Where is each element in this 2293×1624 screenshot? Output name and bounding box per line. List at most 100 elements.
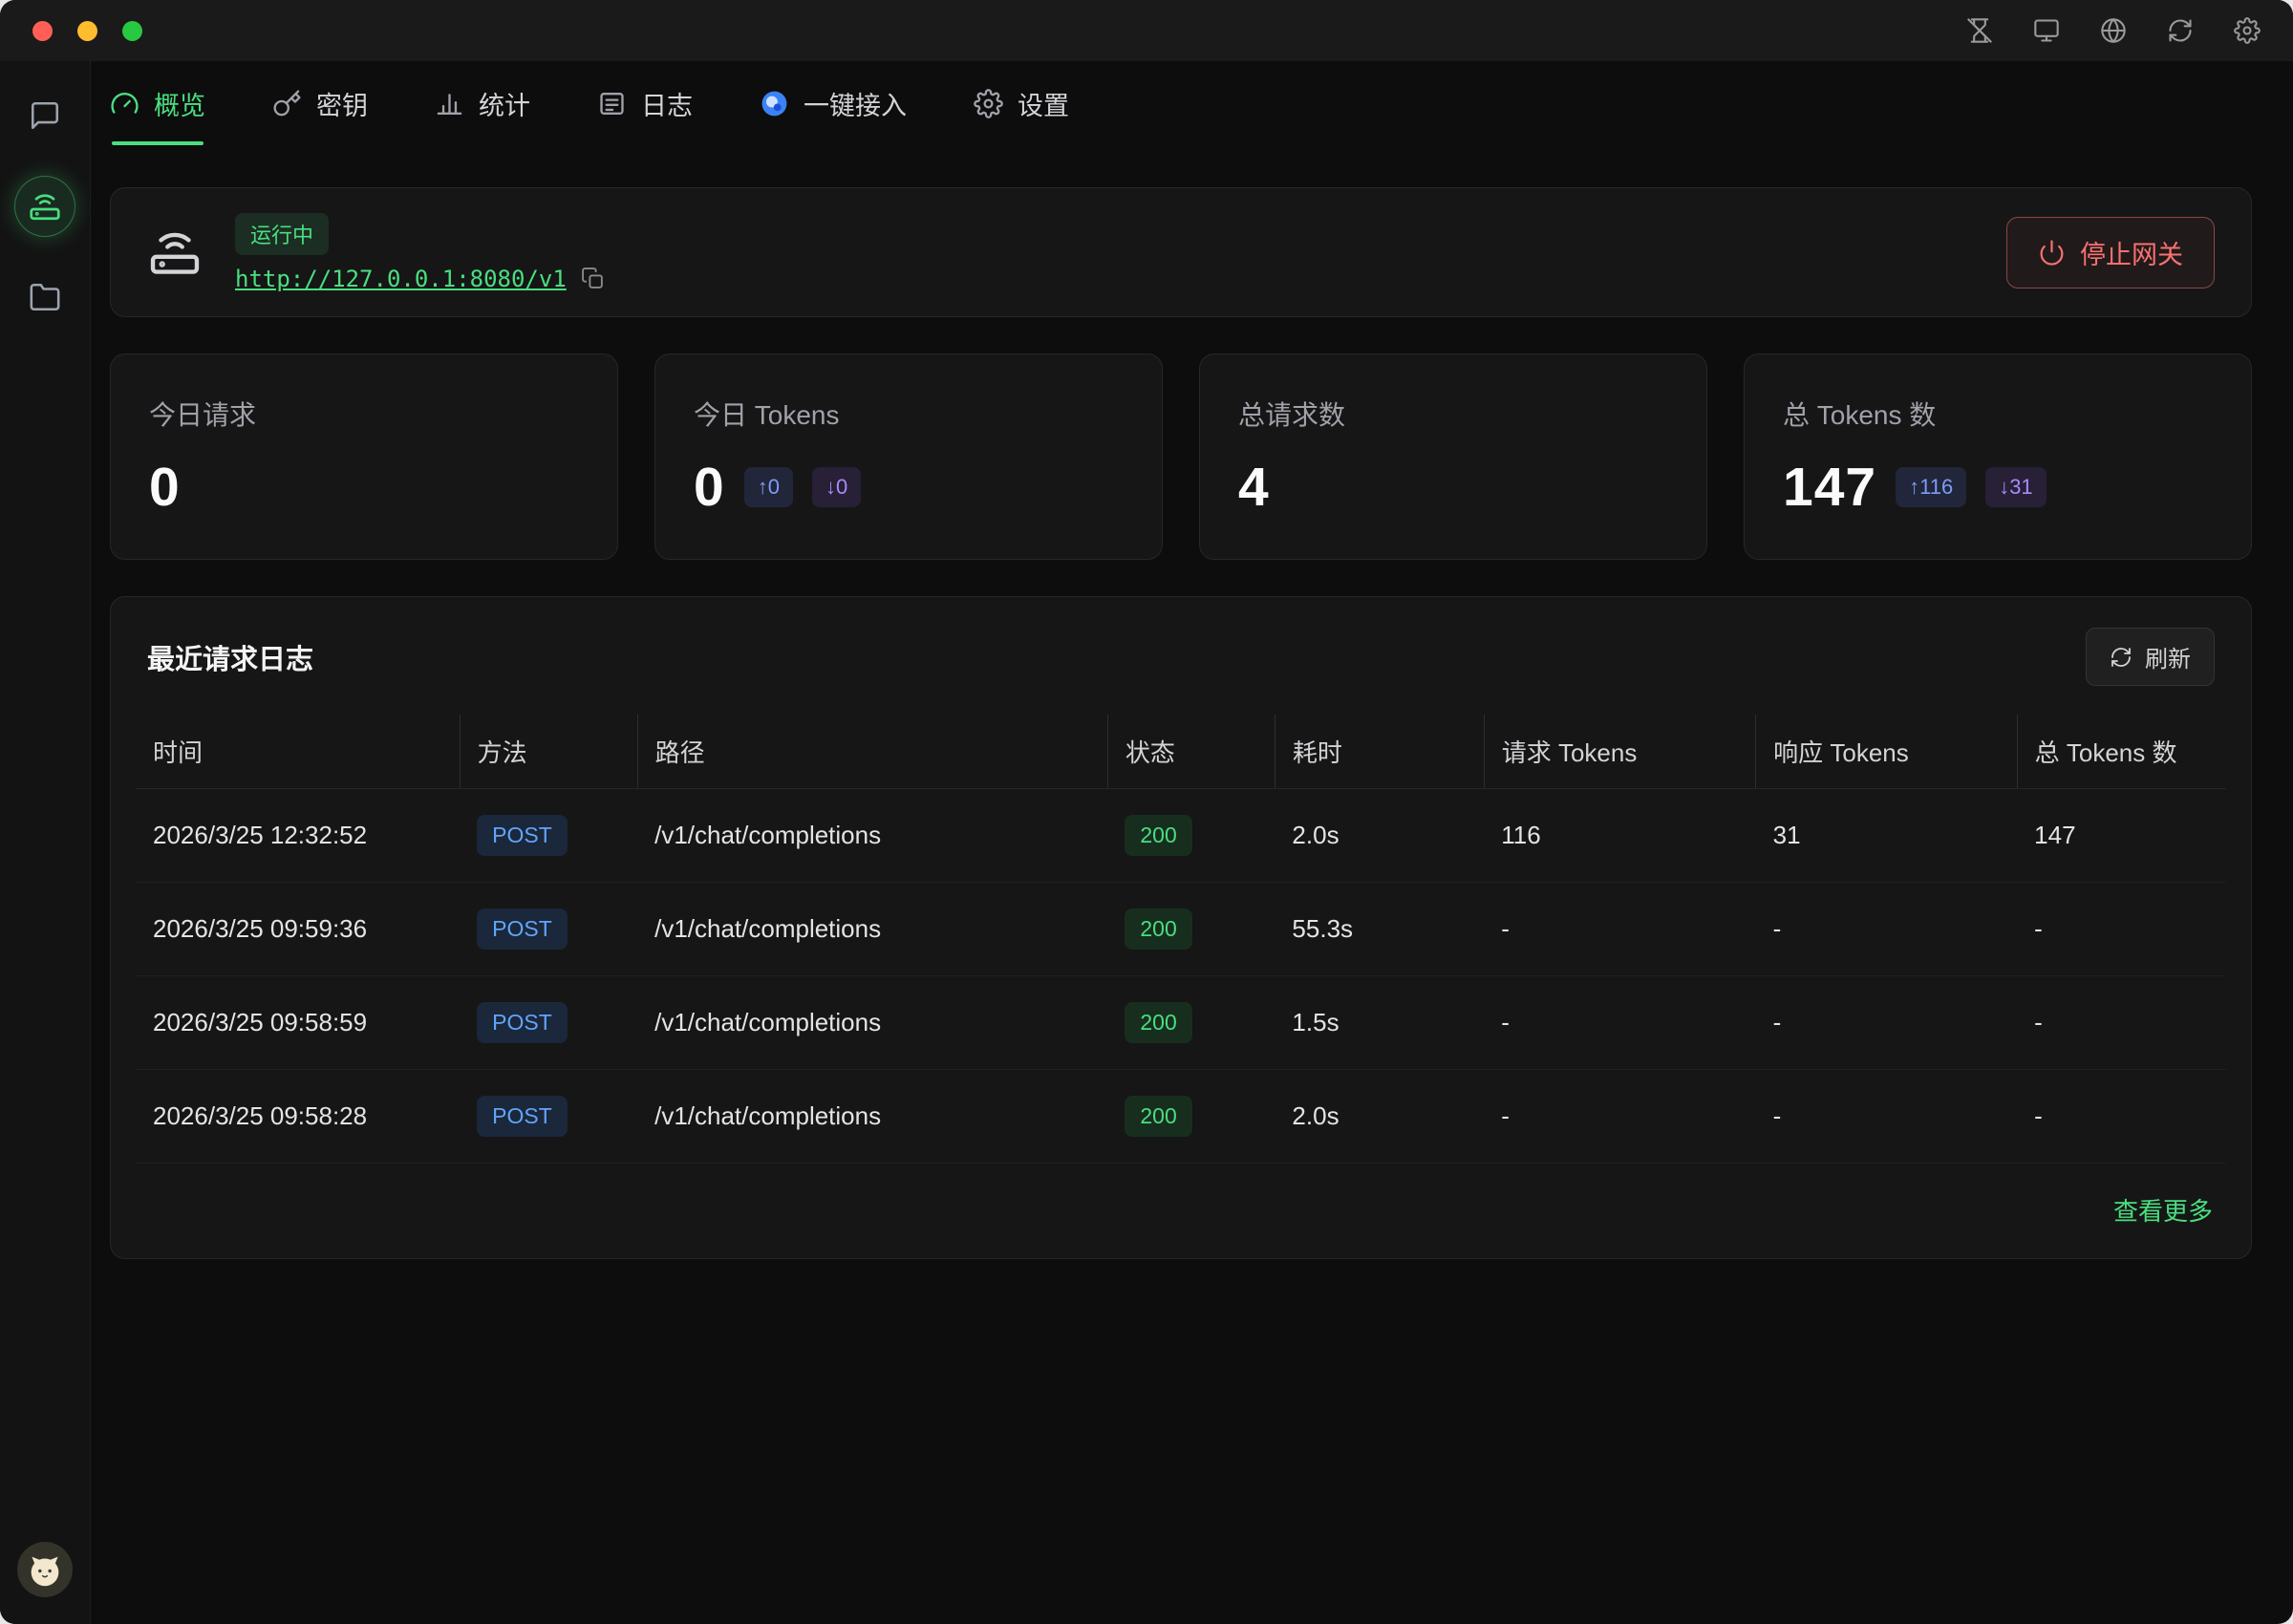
log-response-tokens: -	[1756, 883, 2018, 976]
recent-logs-title: 最近请求日志	[147, 637, 313, 677]
traffic-lights	[32, 21, 142, 41]
col-total-tokens: 总 Tokens 数	[2017, 715, 2226, 789]
log-path: /v1/chat/completions	[637, 789, 1107, 883]
gauge-icon	[110, 89, 139, 118]
stop-gateway-button[interactable]: 停止网关	[2006, 217, 2215, 288]
log-time: 2026/3/25 12:32:52	[136, 789, 460, 883]
method-badge: POST	[477, 1096, 568, 1137]
tab-label: 设置	[1018, 85, 1069, 122]
status-code-badge: 200	[1125, 1096, 1191, 1137]
col-duration: 耗时	[1275, 715, 1484, 789]
minimize-button[interactable]	[77, 21, 97, 41]
log-path: /v1/chat/completions	[637, 883, 1107, 976]
tab-bar: 概览 密钥 统计 日志 一键接入	[110, 61, 2252, 145]
logs-header-row: 时间 方法 路径 状态 耗时 请求 Tokens 响应 Tokens 总 Tok…	[136, 715, 2226, 789]
col-path: 路径	[637, 715, 1107, 789]
log-time: 2026/3/25 09:59:36	[136, 883, 460, 976]
gateway-url-link[interactable]: http://127.0.0.1:8080/v1	[235, 266, 567, 292]
log-response-tokens: -	[1756, 1070, 2018, 1164]
log-row: 2026/3/25 12:32:52 POST /v1/chat/complet…	[136, 789, 2226, 883]
log-row: 2026/3/25 09:58:59 POST /v1/chat/complet…	[136, 976, 2226, 1070]
display-icon[interactable]	[2033, 17, 2060, 44]
stat-card-today-tokens: 今日 Tokens 0 ↑0 ↓0	[654, 353, 1163, 560]
hourglass-disabled-icon[interactable]	[1966, 17, 1993, 44]
refresh-button[interactable]: 刷新	[2086, 628, 2215, 686]
log-duration: 2.0s	[1275, 789, 1484, 883]
log-path: /v1/chat/completions	[637, 976, 1107, 1070]
tab-label: 统计	[479, 85, 530, 122]
col-time: 时间	[136, 715, 460, 789]
log-row: 2026/3/25 09:58:28 POST /v1/chat/complet…	[136, 1070, 2226, 1164]
col-request-tokens: 请求 Tokens	[1484, 715, 1755, 789]
status-code-badge: 200	[1125, 908, 1191, 950]
refresh-icon	[2110, 646, 2132, 669]
tokens-up-badge: ↑0	[744, 467, 793, 507]
folder-icon	[29, 281, 61, 313]
method-badge: POST	[477, 1002, 568, 1043]
log-total-tokens: -	[2017, 883, 2226, 976]
method-badge: POST	[477, 815, 568, 856]
tab-quick-connect[interactable]: 一键接入	[760, 61, 907, 145]
sidebar-item-chat[interactable]	[23, 94, 67, 138]
stat-label: 总请求数	[1238, 395, 1668, 433]
bar-chart-icon	[435, 89, 464, 118]
copy-icon[interactable]	[581, 267, 605, 290]
tab-settings[interactable]: 设置	[974, 61, 1069, 145]
stat-card-total-tokens: 总 Tokens 数 147 ↑116 ↓31	[1744, 353, 2252, 560]
sidebar	[0, 61, 91, 1624]
log-response-tokens: -	[1756, 976, 2018, 1070]
recent-logs-card: 最近请求日志 刷新 时间 方法 路径	[110, 596, 2252, 1259]
log-request-tokens: 116	[1484, 789, 1755, 883]
titlebar-actions	[1966, 17, 2261, 44]
view-more-link[interactable]: 查看更多	[2113, 1192, 2213, 1228]
stat-card-total-requests: 总请求数 4	[1199, 353, 1707, 560]
router-icon	[147, 224, 203, 280]
stop-gateway-label: 停止网关	[2080, 234, 2183, 271]
stat-value: 4	[1238, 456, 1270, 519]
stat-value: 0	[149, 456, 181, 519]
tab-overview[interactable]: 概览	[110, 61, 205, 145]
close-button[interactable]	[32, 21, 53, 41]
log-response-tokens: 31	[1756, 789, 2018, 883]
sidebar-item-files[interactable]	[23, 275, 67, 319]
tab-label: 概览	[154, 85, 205, 122]
tab-label: 一键接入	[804, 85, 907, 122]
tab-logs[interactable]: 日志	[597, 61, 693, 145]
tab-keys[interactable]: 密钥	[272, 61, 368, 145]
tab-label: 日志	[641, 85, 693, 122]
user-avatar[interactable]	[17, 1542, 73, 1597]
stats-row: 今日请求 0 今日 Tokens 0 ↑0 ↓0 总请求数	[110, 353, 2252, 560]
log-request-tokens: -	[1484, 1070, 1755, 1164]
log-time: 2026/3/25 09:58:28	[136, 1070, 460, 1164]
log-duration: 1.5s	[1275, 976, 1484, 1070]
stat-label: 今日 Tokens	[694, 395, 1124, 433]
cat-avatar-icon	[23, 1548, 67, 1592]
settings-icon[interactable]	[2234, 17, 2261, 44]
log-path: /v1/chat/completions	[637, 1070, 1107, 1164]
method-badge: POST	[477, 908, 568, 950]
gateway-info: 运行中 http://127.0.0.1:8080/v1	[235, 213, 605, 292]
key-icon	[272, 89, 302, 118]
tab-label: 密钥	[316, 85, 368, 122]
stat-value: 0	[694, 456, 725, 519]
tokens-down-badge: ↓31	[1985, 467, 2046, 507]
zoom-button[interactable]	[122, 21, 142, 41]
tokens-down-badge: ↓0	[812, 467, 861, 507]
log-duration: 2.0s	[1275, 1070, 1484, 1164]
sidebar-item-gateway[interactable]	[14, 176, 75, 237]
app-window: 概览 密钥 统计 日志 一键接入	[0, 0, 2293, 1624]
status-code-badge: 200	[1125, 1002, 1191, 1043]
logs-icon	[597, 89, 627, 118]
log-total-tokens: -	[2017, 976, 2226, 1070]
reload-icon[interactable]	[2167, 17, 2194, 44]
globe-icon[interactable]	[2100, 17, 2127, 44]
log-total-tokens: -	[2017, 1070, 2226, 1164]
tab-stats[interactable]: 统计	[435, 61, 530, 145]
stat-label: 今日请求	[149, 395, 579, 433]
router-icon	[28, 189, 62, 224]
chat-bubble-icon	[29, 99, 61, 132]
log-duration: 55.3s	[1275, 883, 1484, 976]
titlebar	[0, 0, 2293, 61]
col-method: 方法	[460, 715, 637, 789]
gear-icon	[974, 89, 1003, 118]
